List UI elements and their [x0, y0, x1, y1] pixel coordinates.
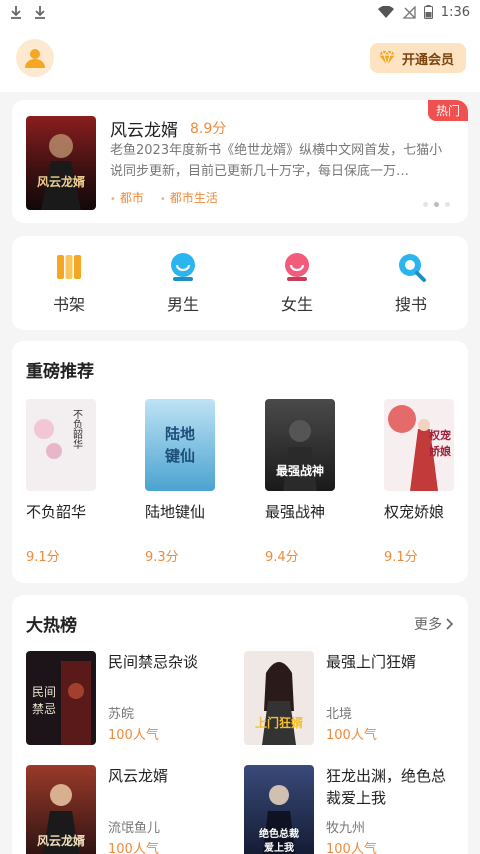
- vip-button[interactable]: 开通会员: [369, 43, 466, 73]
- cover-title: 绝色总裁: [259, 827, 299, 840]
- svg-text:爱上我: 爱上我: [264, 841, 294, 854]
- nav-male[interactable]: 男生: [143, 251, 223, 315]
- nav-female[interactable]: 女生: [257, 251, 337, 315]
- carousel-dot[interactable]: [445, 202, 450, 207]
- book-title: 最强战神: [265, 503, 326, 521]
- chevron-right-icon: [446, 618, 454, 630]
- more-link[interactable]: 更多: [414, 614, 454, 634]
- list-item[interactable]: 民间禁忌 民间禁忌杂谈 苏皖 100人气: [26, 651, 236, 745]
- section-title: 重磅推荐: [26, 362, 94, 382]
- nav-label: 男生: [166, 295, 199, 314]
- book-cover[interactable]: 最强战神: [265, 399, 335, 491]
- cover-title: 上门狂婿: [255, 715, 303, 730]
- download-icon: [34, 5, 46, 19]
- status-bar: 1:36: [0, 0, 480, 24]
- nav-label: 书架: [52, 295, 85, 314]
- nav-bookshelf[interactable]: 书架: [29, 251, 109, 315]
- section-title: 大热榜: [26, 616, 77, 636]
- cover-title: 权宠: [428, 428, 451, 442]
- cover-title: 风云龙婿: [37, 174, 85, 189]
- book-title: 陆地键仙: [145, 503, 206, 521]
- book-card[interactable]: 权宠 娇娘 权宠娇娘 9.1分: [384, 399, 464, 565]
- list-item[interactable]: 上门狂婿 最强上门狂婿 北境 100人气: [244, 651, 454, 745]
- featured-score: 8.9分: [190, 121, 227, 137]
- book-card[interactable]: 最强战神 最强战神 9.4分: [265, 399, 345, 565]
- book-popularity: 100人气: [326, 842, 377, 854]
- book-cover[interactable]: 绝色总裁 爱上我: [244, 765, 314, 854]
- cover-title: 最强战神: [276, 463, 324, 478]
- book-cover[interactable]: 风云龙婿: [26, 116, 96, 210]
- list-item[interactable]: 绝色总裁 爱上我 狂龙出渊，绝色总裁爱上我 牧九州 100人气: [244, 765, 454, 854]
- book-popularity: 100人气: [326, 728, 377, 743]
- hot-tag: 热门: [427, 100, 468, 121]
- featured-tags: 都市 都市生活: [110, 189, 218, 206]
- book-title: 权宠娇娘: [384, 503, 445, 521]
- book-popularity: 100人气: [108, 728, 159, 743]
- hotlist-section: 大热榜 更多 民间禁忌 民间禁忌杂谈 苏皖 100人气 上门狂婿 最强上门狂婿 …: [12, 595, 468, 854]
- featured-title[interactable]: 风云龙婿: [110, 116, 178, 141]
- book-author: 北境: [326, 707, 353, 722]
- more-label: 更多: [414, 617, 442, 633]
- svg-text:禁忌: 禁忌: [32, 702, 56, 716]
- genre-tag[interactable]: 都市: [110, 189, 144, 206]
- book-title: 最强上门狂婿: [326, 653, 417, 671]
- book-cover[interactable]: 民间 禁忌: [26, 651, 96, 745]
- no-signal-icon: [402, 5, 416, 19]
- avatar[interactable]: [16, 39, 54, 77]
- carousel-dot-active[interactable]: [434, 202, 439, 207]
- recommend-section: 重磅推荐 不负韶华 不负韶华 9.1分 陆地 键仙 陆地键仙 9.3分 最强战神 …: [12, 341, 468, 583]
- category-nav: 书架 男生 女生 搜书: [12, 236, 468, 330]
- book-author: 苏皖: [108, 707, 135, 722]
- male-icon: [167, 251, 199, 283]
- nav-label: 搜书: [394, 295, 427, 314]
- featured-description: 老鱼2023年度新书《绝世龙婿》纵横中文网首发，七猫小说同步更新，目前已更新几十…: [110, 143, 443, 179]
- battery-icon: [423, 5, 433, 19]
- nav-search[interactable]: 搜书: [371, 251, 451, 315]
- wifi-icon: [377, 5, 394, 19]
- book-title: 不负韶华: [26, 503, 87, 521]
- book-cover[interactable]: 上门狂婿: [244, 651, 314, 745]
- download-icon: [10, 5, 22, 19]
- cover-title: 陆地: [165, 425, 195, 443]
- book-cover[interactable]: 陆地 键仙: [145, 399, 215, 491]
- book-cover[interactable]: 权宠 娇娘: [384, 399, 454, 491]
- nav-label: 女生: [280, 295, 313, 314]
- bookshelf-icon: [53, 251, 85, 283]
- book-score: 9.3分: [145, 550, 179, 565]
- book-popularity: 100人气: [108, 842, 159, 854]
- book-cover[interactable]: 风云龙婿: [26, 765, 96, 854]
- female-icon: [281, 251, 313, 283]
- svg-text:娇娘: 娇娘: [429, 444, 451, 458]
- book-title: 风云龙婿: [108, 767, 169, 785]
- cover-title: 不负韶华: [71, 409, 83, 450]
- carousel-dots: [423, 202, 450, 207]
- list-item[interactable]: 风云龙婿 风云龙婿 流氓鱼儿 100人气: [26, 765, 236, 854]
- diamond-icon: [378, 50, 396, 66]
- book-author: 牧九州: [326, 821, 366, 836]
- book-title: 狂龙出渊，绝色总裁爱上我: [326, 767, 447, 807]
- clock: 1:36: [440, 4, 470, 20]
- book-card[interactable]: 陆地 键仙 陆地键仙 9.3分: [145, 399, 225, 565]
- book-cover[interactable]: 不负韶华: [26, 399, 96, 491]
- user-icon: [25, 49, 45, 68]
- book-title: 民间禁忌杂谈: [108, 653, 199, 671]
- book-score: 9.1分: [384, 550, 418, 565]
- book-author: 流氓鱼儿: [108, 821, 161, 836]
- search-icon: [395, 251, 427, 283]
- carousel-dot[interactable]: [423, 202, 428, 207]
- top-bar: 开通会员: [0, 24, 480, 92]
- book-score: 9.4分: [265, 550, 299, 565]
- cover-title: 民间: [32, 685, 56, 699]
- vip-button-label: 开通会员: [401, 52, 454, 68]
- notification-icons: [10, 5, 46, 19]
- svg-text:键仙: 键仙: [164, 447, 195, 465]
- featured-banner[interactable]: 风云龙婿 热门 风云龙婿 8.9分 老鱼2023年度新书《绝世龙婿》纵横中文网首…: [12, 100, 468, 223]
- book-card[interactable]: 不负韶华 不负韶华 9.1分: [26, 399, 106, 565]
- genre-tag[interactable]: 都市生活: [160, 189, 218, 206]
- book-score: 9.1分: [26, 550, 60, 565]
- cover-title: 风云龙婿: [37, 833, 85, 848]
